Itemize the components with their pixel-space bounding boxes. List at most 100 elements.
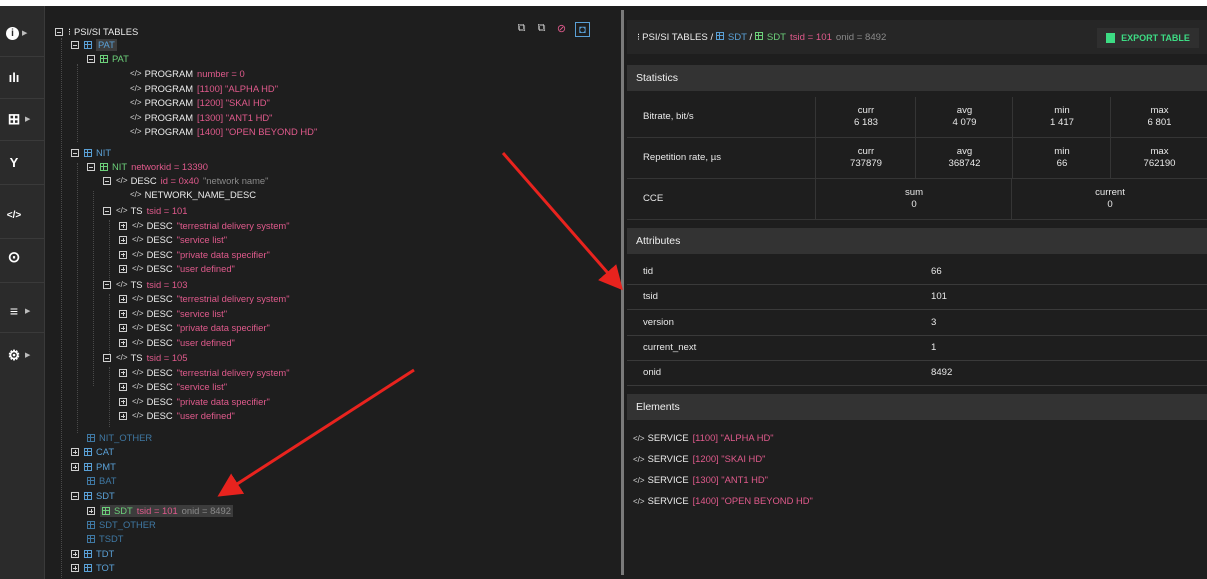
tree-node-ts[interactable]: </> TS tsid = 103 [103,279,187,291]
tree-node-ts-desc[interactable]: </> DESC "service list" [119,234,227,246]
expand-icon[interactable] [119,397,127,406]
element-item[interactable]: </> SERVICE [1400] "OPEN BEYOND HD" [633,495,813,506]
stat-cell: avg 4 079 [915,97,1013,137]
list-button[interactable]: ≡ ▶ [0,292,44,330]
collapse-icon[interactable] [103,280,111,289]
element-item[interactable]: </> SERVICE [1300] "ANT1 HD" [633,474,768,485]
stat-row-repetition: Repetition rate, µs curr 737879 avg 368742… [627,138,1207,179]
export-table-button[interactable]: EXPORT TABLE [1097,28,1199,48]
tree-node-ts-desc[interactable]: </> DESC "user defined" [119,263,235,275]
locate-icon[interactable]: ◘ [575,22,590,37]
tree-node-tdt[interactable]: TDT [71,548,114,560]
tree-node-ts-desc[interactable]: </> DESC "private data specifier" [119,396,270,408]
expand-icon[interactable] [119,412,127,420]
record-button[interactable]: ⊙ [0,238,44,276]
expand-icon[interactable] [119,250,127,259]
code-icon: </> [633,434,645,443]
tree-node-ts-desc[interactable]: </> DESC "user defined" [119,337,235,349]
tree-node-pmt[interactable]: PMT [71,461,116,473]
collapse-icon[interactable] [103,354,111,362]
expand-icon[interactable] [87,507,95,515]
tree-node-ts-desc[interactable]: </> DESC "terrestrial delivery system" [119,293,290,305]
tree-node-network-name-desc[interactable]: </> NETWORK_NAME_DESC [130,189,256,201]
bitrate-button[interactable]: ılı [0,58,44,96]
collapse-icon[interactable] [87,55,95,63]
expand-icon[interactable] [119,236,127,244]
tree-root[interactable]: ⁝ PSI/SI TABLES [55,26,138,38]
tree-node-nit-other[interactable]: NIT_OTHER [87,432,152,444]
tree-node-ts-desc[interactable]: </> DESC "terrestrial delivery system" [119,220,290,232]
tree-node-desc[interactable]: </> DESC id = 0x40 "network name" [103,175,268,187]
table-icon [87,477,95,485]
collapse-icon[interactable] [71,149,79,157]
collapse-icon[interactable] [103,207,111,215]
expand-icon[interactable] [71,564,79,572]
tree-node-sdt-selected[interactable]: SDT tsid = 101 onid = 8492 [87,505,233,517]
tree-node-program[interactable]: </> PROGRAM [1100] "ALPHA HD" [130,83,278,95]
expand-icon[interactable] [119,368,127,377]
tree-node-program[interactable]: </> PROGRAM [1200] "SKAI HD" [130,97,270,109]
expand-all-icon[interactable]: ⧉ [515,22,528,35]
tree-node-sdt[interactable]: SDT [71,490,115,502]
expand-icon[interactable] [119,221,127,230]
breadcrumb-sdt[interactable]: SDT [728,32,747,43]
tree-node-nit[interactable]: NIT [71,147,111,159]
collapse-icon[interactable] [71,492,79,500]
tree-node-ts-desc[interactable]: </> DESC "terrestrial delivery system" [119,367,290,379]
tree-node-bat[interactable]: BAT [87,475,117,487]
collapse-icon[interactable] [87,163,95,171]
tree-node-ts[interactable]: </> TS tsid = 101 [103,205,187,217]
code-icon: </> [116,206,128,215]
collapse-icon[interactable] [55,28,63,36]
stat-cell: min 66 [1012,138,1111,178]
settings-button[interactable]: ⚙ ▶ [0,336,44,374]
expand-icon[interactable] [119,338,127,347]
element-item[interactable]: </> SERVICE [1200] "SKAI HD" [633,453,765,464]
tree-node-program[interactable]: </> PROGRAM [1400] "OPEN BEYOND HD" [130,126,317,138]
tree-node-pat-inner[interactable]: PAT [87,53,129,65]
tree-node-cat[interactable]: CAT [71,446,114,458]
tree-node-tot[interactable]: TOT [71,562,115,574]
collapse-icon[interactable] [103,177,111,185]
tree-node-ts-desc[interactable]: </> DESC "private data specifier" [119,249,270,261]
expand-icon[interactable] [71,550,79,558]
element-item[interactable]: </> SERVICE [1100] "ALPHA HD" [633,432,774,443]
chevron-right-icon: ▶ [22,30,28,37]
breadcrumb-root[interactable]: PSI/SI TABLES [642,32,708,43]
tree-node-sdt-other[interactable]: SDT_OTHER [87,519,156,531]
code-icon: </> [130,98,142,108]
tree-node-ts-desc[interactable]: </> DESC "private data specifier" [119,322,270,334]
expand-icon[interactable] [71,463,79,471]
collapse-icon[interactable] [71,41,79,49]
tables-button[interactable]: ⊞ ▶ [0,100,44,138]
fork-button[interactable]: Y [0,143,44,181]
expand-icon[interactable] [119,383,127,391]
chevron-right-icon: ▶ [25,308,31,315]
tree-node-ts[interactable]: </> TS tsid = 105 [103,352,187,364]
tree-node-nit-inner[interactable]: NIT networkid = 13390 [87,161,208,173]
splitter-grip[interactable] [621,10,624,575]
filter-off-icon[interactable]: ⊘ [555,22,568,35]
tree-node-ts-desc[interactable]: </> DESC "service list" [119,381,227,393]
expand-icon[interactable] [71,448,79,456]
tree-node-tsdt[interactable]: TSDT [87,533,123,545]
stat-row-bitrate: Bitrate, bit/s curr 6 183 avg 4 079 min 1 4… [627,97,1207,138]
tree-node-ts-desc[interactable]: </> DESC "service list" [119,308,227,320]
info-button[interactable]: i ▶ [0,14,44,52]
statistics-section-title: Statistics [627,65,1207,91]
details-header: ⁝ PSI/SI TABLES / SDT / SDT tsid = 101 onid… [627,20,1207,54]
expand-icon[interactable] [119,324,127,332]
pane-splitter[interactable] [618,6,627,579]
expand-icon[interactable] [119,309,127,318]
tree-node-ts-desc[interactable]: </> DESC "user defined" [119,410,235,422]
tree-node-program[interactable]: </> PROGRAM [1300] "ANT1 HD" [130,112,272,124]
stat-cell: curr 6 183 [815,97,916,137]
expand-icon[interactable] [119,265,127,273]
tree-node-program[interactable]: </> PROGRAM number = 0 [130,68,245,80]
code-icon: </> [633,497,645,506]
expand-icon[interactable] [119,295,127,303]
collapse-all-icon[interactable]: ⧉ [535,22,548,35]
tree-node-pat[interactable]: PAT [71,39,117,51]
code-button[interactable]: </> [0,196,44,234]
stat-row-cce: CCE sum 0 current 0 [627,179,1207,220]
